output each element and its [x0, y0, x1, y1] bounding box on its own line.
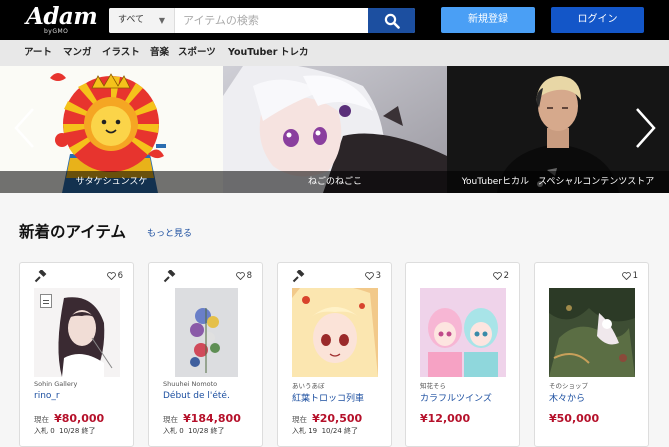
search-icon: [384, 13, 400, 29]
end-date: 10/28 終了: [188, 427, 225, 435]
auction-meta: 入札 0 10/28 終了: [163, 426, 225, 436]
nav-item-youtuber[interactable]: YouTuber: [228, 40, 277, 66]
item-title[interactable]: Début de l'été.: [163, 391, 230, 401]
like-count[interactable]: 6: [106, 271, 123, 281]
like-count-value: 3: [375, 271, 381, 281]
like-count-value: 2: [503, 271, 509, 281]
auction-meta: 入札 0 10/28 終了: [34, 426, 96, 436]
end-date: 10/28 終了: [59, 427, 96, 435]
like-count-value: 8: [246, 271, 252, 281]
bid-count: 入札 0: [163, 427, 184, 435]
search-button[interactable]: [368, 8, 415, 33]
item-thumbnail[interactable]: [420, 288, 506, 377]
item-title[interactable]: 木々から: [549, 391, 585, 404]
heart-icon: [492, 272, 502, 280]
artwork-image: [549, 288, 635, 377]
search-category-select[interactable]: すべて ▼: [109, 8, 175, 33]
carousel-caption-3: YouTuberヒカル スペシャルコンテンツストア: [447, 171, 669, 193]
nav-item-music[interactable]: 音楽: [150, 40, 169, 66]
item-thumbnail[interactable]: [292, 288, 378, 377]
carousel-caption-1: サタケシュンスケ: [0, 171, 223, 193]
gavel-icon: [163, 270, 176, 283]
price-row: 現在 ¥80,000: [34, 407, 104, 426]
item-title[interactable]: 紅葉トロッコ列車: [292, 391, 364, 404]
bid-count: 入札 0: [34, 427, 55, 435]
heart-icon: [235, 272, 245, 280]
seller-name[interactable]: Sohin Gallery: [34, 380, 77, 388]
artwork-image: [175, 288, 238, 377]
carousel-next-icon[interactable]: [630, 106, 660, 150]
register-button[interactable]: 新規登録: [441, 7, 535, 33]
nav-item-manga[interactable]: マンガ: [63, 40, 92, 66]
like-count[interactable]: 8: [235, 271, 252, 281]
price-label: 現在: [34, 415, 49, 424]
item-title[interactable]: rino_r: [34, 391, 60, 401]
item-card[interactable]: 6 Sohin Gallery rino_r 現在 ¥80,000 入札 0 1…: [19, 262, 134, 447]
carousel-slide-2[interactable]: ねごのねごこ: [223, 66, 447, 193]
seller-name[interactable]: 知花そら: [420, 380, 446, 390]
price-label: 現在: [163, 415, 178, 424]
price-row: ¥50,000: [549, 407, 599, 426]
nav-item-illust[interactable]: イラスト: [102, 40, 140, 66]
auction-meta: 入札 19 10/24 終了: [292, 426, 358, 436]
login-button[interactable]: ログイン: [551, 7, 644, 33]
more-link[interactable]: もっと見る: [147, 226, 192, 239]
section-title: 新着のアイテム: [19, 223, 126, 241]
seller-name[interactable]: Shuuhei Nomoto: [163, 380, 217, 388]
item-card[interactable]: 2 知花そら カラフルツインズ ¥12,000: [405, 262, 520, 447]
seller-name[interactable]: あいうあぼ: [292, 380, 325, 390]
item-thumbnail[interactable]: [549, 288, 635, 377]
gavel-icon: [34, 270, 47, 283]
price-label: 現在: [292, 415, 307, 424]
artwork-image: [292, 288, 378, 377]
item-thumbnail[interactable]: [34, 288, 120, 377]
item-card[interactable]: 8 Shuuhei Nomoto Début de l'été. 現在 ¥184…: [148, 262, 263, 447]
document-badge-icon: [40, 294, 52, 308]
item-thumbnail[interactable]: [175, 288, 238, 377]
gavel-icon: [292, 270, 305, 283]
chevron-down-icon: ▼: [158, 16, 165, 25]
search-input[interactable]: [175, 8, 368, 33]
like-count[interactable]: 2: [492, 271, 509, 281]
like-count-value: 1: [632, 271, 638, 281]
like-count[interactable]: 3: [364, 271, 381, 281]
carousel-prev-icon[interactable]: [10, 106, 40, 150]
item-card[interactable]: 3 あいうあぼ 紅葉トロッコ列車 現在 ¥20,500 入札 19 10/24 …: [277, 262, 392, 447]
item-price: ¥80,000: [54, 412, 105, 425]
nav-item-trading-cards[interactable]: トレカ: [280, 40, 309, 66]
item-price: ¥12,000: [420, 412, 471, 425]
top-header: Adam byGMO すべて ▼ 新規登録 ログイン: [0, 0, 669, 40]
carousel-caption-2: ねごのねごこ: [223, 171, 447, 193]
item-price: ¥50,000: [549, 412, 600, 425]
bid-count: 入札 19: [292, 427, 318, 435]
heart-icon: [621, 272, 631, 280]
nav-item-sports[interactable]: スポーツ: [178, 40, 216, 66]
category-nav: アート マンガ イラスト 音楽 スポーツ YouTuber トレカ: [0, 40, 669, 66]
price-row: ¥12,000: [420, 407, 470, 426]
seller-name[interactable]: そのショップ: [549, 380, 588, 390]
nav-item-art[interactable]: アート: [24, 40, 52, 66]
featured-carousel: サタケシュンスケ ねごのねごこ YouTuberヒカル スペシャルコンテンツスト…: [0, 66, 669, 193]
item-title[interactable]: カラフルツインズ: [420, 391, 492, 404]
heart-icon: [106, 272, 116, 280]
site-logo[interactable]: Adam: [26, 3, 98, 30]
like-count[interactable]: 1: [621, 271, 638, 281]
item-price: ¥20,500: [312, 412, 363, 425]
site-logo-sub: byGMO: [44, 28, 69, 35]
price-row: 現在 ¥184,800: [163, 407, 241, 426]
search-category-label: すべて: [118, 15, 145, 25]
like-count-value: 6: [117, 271, 123, 281]
search-bar: すべて ▼: [109, 8, 415, 33]
heart-icon: [364, 272, 374, 280]
artwork-image: [420, 288, 506, 377]
item-price: ¥184,800: [183, 412, 241, 425]
end-date: 10/24 終了: [321, 427, 358, 435]
item-card[interactable]: 1 そのショップ 木々から ¥50,000: [534, 262, 649, 447]
price-row: 現在 ¥20,500: [292, 407, 362, 426]
